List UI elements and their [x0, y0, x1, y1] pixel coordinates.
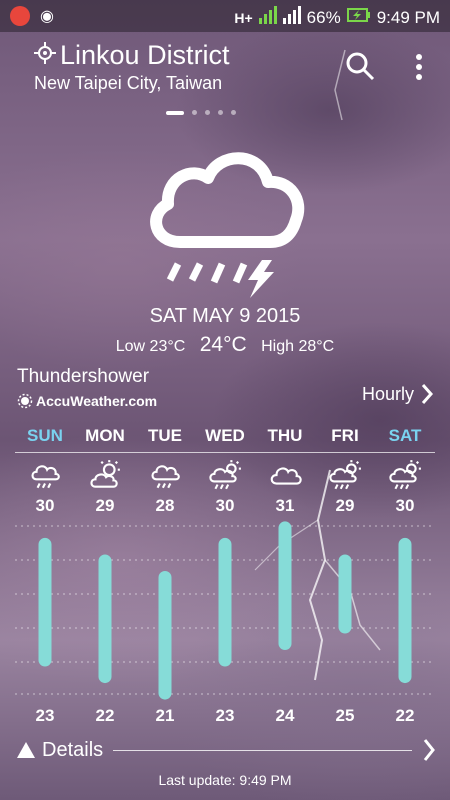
- app-notification-icon: [10, 6, 30, 26]
- forecast-highs: 30 29 28 30 31 29 30: [15, 496, 435, 516]
- forecast-high: 28: [155, 496, 175, 515]
- divider: [15, 452, 435, 453]
- hourly-label: Hourly: [361, 383, 414, 404]
- battery-charging-icon: [346, 7, 371, 28]
- clock: 9:49 PM: [376, 7, 440, 27]
- forecast-icon-cell: [15, 460, 75, 490]
- hourly-button[interactable]: Hourly: [362, 383, 434, 405]
- details-bar[interactable]: Details: [16, 738, 436, 762]
- status-bar: ◉ H+ 66% 9:49 PM: [0, 0, 450, 32]
- location-header: Linkou District New Taipei City, Taiwan: [34, 40, 230, 94]
- sun-cloud-rain-icon: [209, 460, 241, 490]
- overflow-menu-button[interactable]: [412, 52, 426, 87]
- forecast-low: 25: [335, 706, 355, 725]
- forecast-day-thu: THU: [267, 426, 303, 445]
- low-temp: Low 23°C: [115, 338, 186, 355]
- cloud-rain-icon: [151, 465, 180, 489]
- signal-icon: [258, 6, 277, 29]
- forecast-low: 22: [95, 706, 115, 725]
- more-vertical-icon: [416, 54, 422, 80]
- hotspot-icon: ◉: [40, 8, 54, 25]
- search-button[interactable]: [344, 50, 376, 87]
- sun-logo-icon: [17, 393, 33, 409]
- signal-icon-2: [282, 6, 301, 29]
- forecast-low: 21: [155, 706, 175, 725]
- weather-screen: ◉ H+ 66% 9:49 PM Linkou District New Tai…: [0, 0, 450, 800]
- page-dot[interactable]: [218, 110, 223, 115]
- temperature-range-chart: [15, 521, 435, 700]
- forecast-low: 23: [215, 706, 235, 725]
- details-divider: [113, 749, 412, 751]
- forecast-day-fri: FRI: [331, 426, 359, 445]
- forecast-icons: [15, 460, 435, 490]
- cloud-icon: [270, 467, 302, 485]
- provider-label: AccuWeather.com: [36, 393, 158, 409]
- network-type: H+: [234, 9, 253, 26]
- battery-level: 66%: [306, 7, 341, 27]
- forecast-high: 31: [275, 496, 295, 515]
- chevron-right-icon: [421, 384, 434, 404]
- details-label: Details: [42, 738, 104, 761]
- forecast-high: 29: [95, 496, 115, 515]
- last-update: Last update: 9:49 PM: [158, 772, 292, 788]
- page-indicator: [166, 110, 236, 115]
- chevron-right-icon: [423, 739, 435, 761]
- page-dot[interactable]: [205, 110, 210, 115]
- location-name: Linkou District: [60, 40, 230, 70]
- forecast-icon-cell: [75, 460, 135, 490]
- forecast-days: SUN MON TUE WED THU FRI SAT: [15, 426, 435, 446]
- forecast-day-tue: TUE: [148, 426, 182, 445]
- forecast-low: 23: [35, 706, 55, 725]
- cloud-rain-icon: [31, 465, 60, 489]
- forecast-high: 30: [395, 496, 415, 515]
- forecast-high: 30: [35, 496, 55, 515]
- triangle-up-icon: [17, 742, 35, 758]
- forecast-icon-cell: [375, 460, 435, 490]
- high-temp: High 28°C: [261, 338, 335, 355]
- forecast-day-sat: SAT: [388, 426, 422, 445]
- current-temp: 24°C: [199, 333, 247, 356]
- forecast-icon-cell: [195, 460, 255, 490]
- forecast-icon-cell: [135, 460, 195, 490]
- search-icon: [346, 52, 375, 81]
- thundershower-icon: [150, 152, 305, 298]
- temperature-summary: Low 23°C 24°C High 28°C: [0, 333, 450, 357]
- partly-sunny-icon: [90, 460, 120, 488]
- page-dot[interactable]: [192, 110, 197, 115]
- sun-cloud-rain-icon: [389, 460, 421, 490]
- location-pin-icon: [34, 42, 56, 69]
- location-region: New Taipei City, Taiwan: [34, 73, 223, 93]
- accuweather-link[interactable]: AccuWeather.com: [17, 393, 157, 409]
- forecast-low: 24: [275, 706, 295, 725]
- forecast-lows: 23 22 21 23 24 25 22: [15, 706, 435, 726]
- forecast-day-sun: SUN: [27, 426, 63, 445]
- forecast-low: 22: [395, 706, 415, 725]
- forecast-icon-cell: [255, 460, 315, 490]
- forecast-icon-cell: [315, 460, 375, 490]
- page-dot[interactable]: [231, 110, 236, 115]
- page-dot[interactable]: [166, 110, 184, 115]
- condition-text: Thundershower: [17, 366, 150, 387]
- forecast-high: 29: [335, 496, 355, 515]
- forecast-day-wed: WED: [205, 426, 245, 445]
- forecast-high: 30: [215, 496, 235, 515]
- sun-cloud-rain-icon: [329, 460, 361, 490]
- forecast-day-mon: MON: [85, 426, 125, 445]
- current-date: SAT MAY 9 2015: [149, 305, 301, 327]
